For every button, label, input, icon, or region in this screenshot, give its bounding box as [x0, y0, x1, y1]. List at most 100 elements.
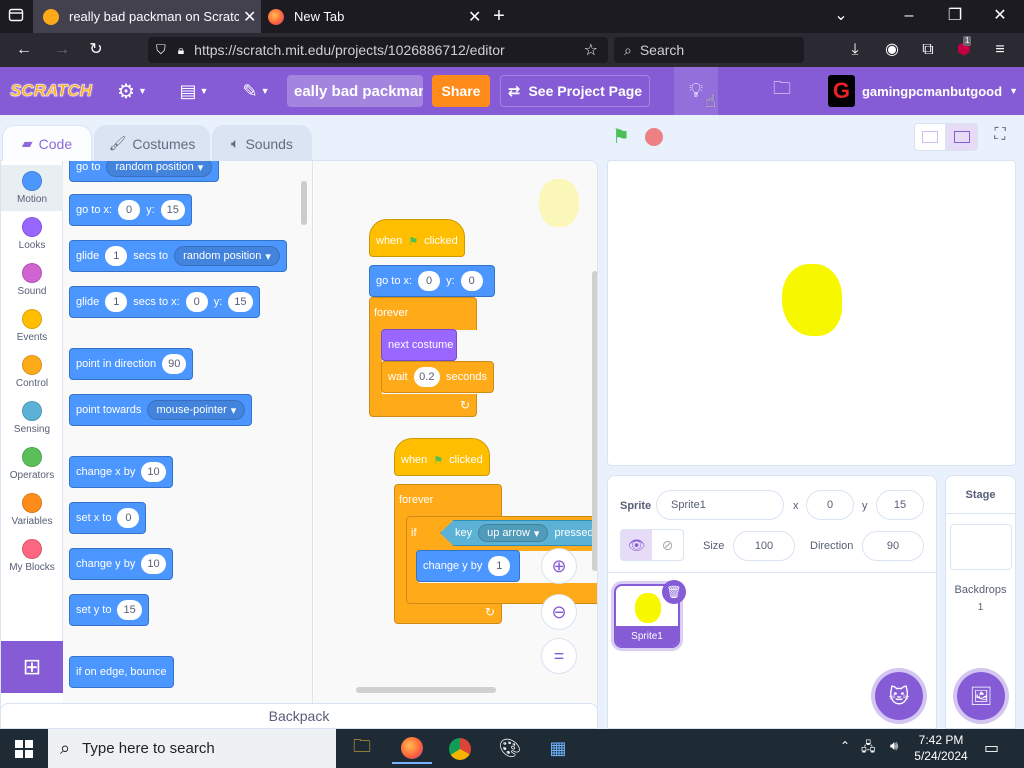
taskbar-search[interactable]: ⌕ Type here to search — [48, 729, 336, 768]
stage-canvas[interactable] — [607, 160, 1016, 466]
size-field[interactable]: 100 — [733, 531, 795, 561]
lock-icon[interactable]: 🔒︎ — [178, 43, 184, 58]
category-sound[interactable]: Sound — [1, 257, 63, 303]
firefox-taskbar-icon[interactable] — [392, 733, 432, 764]
notifications-icon[interactable]: ▭ — [984, 738, 999, 758]
next-costume-block[interactable]: next costume — [381, 329, 457, 361]
edit-menu[interactable]: ✎ ▼ — [232, 67, 280, 115]
browser-search-box[interactable]: ⌕ Search — [614, 37, 804, 63]
direction-field[interactable]: 90 — [862, 531, 924, 561]
large-stage-button[interactable] — [946, 123, 978, 151]
workspace-h-scrollbar[interactable] — [356, 687, 496, 693]
windows-start-icon[interactable] — [4, 733, 44, 764]
app-taskbar-icon[interactable]: ▦ — [538, 733, 578, 764]
fullscreen-icon[interactable]: ⛶ — [990, 126, 1010, 146]
tab-overview-icon[interactable] — [6, 7, 26, 27]
palette-goto-random[interactable]: go to random position ▾ — [69, 161, 220, 182]
category-variables[interactable]: Variables — [1, 487, 63, 533]
wait-block[interactable]: wait 0.2 seconds — [381, 361, 494, 393]
show-toggle[interactable]: 👁︎ ⊘ — [620, 529, 684, 561]
paint-taskbar-icon[interactable]: 🎨︎ — [490, 733, 530, 764]
palette-glide-random[interactable]: glide 1 secs to random position ▾ — [69, 240, 287, 272]
stage-thumbnail[interactable] — [949, 524, 1012, 570]
number-input[interactable]: 0 — [460, 271, 483, 291]
category-motion[interactable]: Motion — [1, 165, 63, 211]
url-bar[interactable]: ⛉ 🔒︎ https://scratch.mit.edu/projects/10… — [148, 37, 608, 63]
clock[interactable]: 7:42 PM 5/24/2024 — [905, 732, 977, 764]
browser-tab-newtab[interactable]: New Tab ✕ — [262, 0, 484, 33]
account-menu[interactable]: G gamingpcmanbutgood ▼ — [828, 67, 1018, 115]
palette-point-direction[interactable]: point in direction 90 — [69, 348, 194, 380]
category-my-blocks[interactable]: My Blocks — [1, 533, 63, 579]
new-tab-icon[interactable]: + — [489, 6, 509, 26]
close-tab-icon[interactable]: ✕ — [243, 7, 256, 27]
show-hidden-icons[interactable]: ⌃ — [840, 739, 850, 753]
browser-tab-scratch[interactable]: really bad packman on Scratch ✕ — [33, 0, 261, 33]
file-explorer-icon[interactable]: 🗀 — [342, 733, 382, 764]
delete-sprite-button[interactable]: 🗑︎ — [662, 580, 686, 604]
green-flag-button[interactable]: ⚑ — [612, 127, 632, 147]
addon-icon[interactable]: ⬢ 1 — [954, 36, 974, 60]
minimize-icon[interactable]: – — [899, 6, 919, 26]
zoom-reset-button[interactable]: = — [541, 638, 577, 674]
number-input[interactable]: 0 — [117, 508, 140, 528]
number-input[interactable]: 0.2 — [413, 367, 441, 387]
account-icon[interactable]: ◉ — [882, 40, 902, 60]
dropdown[interactable]: mouse-pointer ▾ — [147, 400, 246, 420]
reload-icon[interactable]: ↻ — [86, 40, 106, 60]
dropdown[interactable]: random position ▾ — [174, 246, 280, 266]
number-input[interactable]: 15 — [160, 200, 185, 220]
tab-sounds[interactable]: 🔈︎ Sounds — [212, 125, 312, 161]
palette-bounce[interactable]: if on edge, bounce — [69, 656, 174, 688]
scratch-logo[interactable]: SCRATCH — [10, 67, 92, 115]
x-field[interactable]: 0 — [806, 490, 854, 520]
number-input[interactable]: 0 — [185, 292, 208, 312]
choose-sprite-button[interactable]: 🐱︎ — [875, 672, 923, 720]
forward-icon[interactable]: → — [52, 40, 72, 60]
small-stage-button[interactable] — [914, 123, 946, 151]
number-input[interactable]: 0 — [118, 200, 141, 220]
close-tab-icon[interactable]: ✕ — [468, 7, 481, 27]
when-flag-clicked-block[interactable]: when ⚑ clicked — [394, 438, 490, 476]
y-field[interactable]: 15 — [876, 490, 924, 520]
category-control[interactable]: Control — [1, 349, 63, 395]
dropdown[interactable]: up arrow ▾ — [478, 524, 549, 542]
when-flag-clicked-block[interactable]: when ⚑ clicked — [369, 219, 465, 257]
number-input[interactable]: 10 — [141, 462, 166, 482]
chrome-taskbar-icon[interactable] — [440, 733, 480, 764]
eye-hidden-icon[interactable]: ⊘ — [652, 530, 683, 560]
settings-menu[interactable]: ⚙ ▼ — [108, 67, 156, 115]
number-input[interactable]: 15 — [228, 292, 253, 312]
goto-xy-block[interactable]: go to x: 0 y: 0 — [369, 265, 495, 297]
category-events[interactable]: Events — [1, 303, 63, 349]
see-project-page-button[interactable]: ⇄ See Project Page — [500, 75, 650, 107]
palette-scrollbar[interactable] — [301, 181, 307, 225]
add-extension-button[interactable]: ⊞ — [1, 641, 63, 693]
close-window-icon[interactable]: ✕ — [990, 6, 1010, 26]
tab-code[interactable]: ▰ Code — [2, 125, 92, 161]
category-operators[interactable]: Operators — [1, 441, 63, 487]
bookmark-star-icon[interactable]: ☆ — [584, 40, 598, 60]
project-title-input[interactable]: eally bad packman — [287, 75, 423, 107]
choose-backdrop-button[interactable]: 🖼︎ — [957, 672, 1005, 720]
back-icon[interactable]: ← — [14, 40, 34, 60]
number-input[interactable]: 90 — [162, 354, 187, 374]
palette-change-x[interactable]: change x by 10 — [69, 456, 173, 488]
palette-point-towards[interactable]: point towards mouse-pointer ▾ — [69, 394, 253, 426]
number-input[interactable]: 10 — [141, 554, 166, 574]
dropdown[interactable]: random position ▾ — [106, 161, 213, 177]
palette-change-y[interactable]: change y by 10 — [69, 548, 173, 580]
change-y-block[interactable]: change y by 1 — [416, 550, 520, 582]
share-button[interactable]: Share — [432, 75, 490, 107]
number-input[interactable]: 1 — [105, 246, 128, 266]
shield-icon[interactable]: ⛉ — [156, 42, 166, 58]
extensions-icon[interactable]: ⧉ — [918, 40, 938, 60]
backpack[interactable]: Backpack — [0, 703, 598, 729]
restore-icon[interactable]: ❐ — [945, 6, 965, 26]
stop-button[interactable] — [645, 128, 663, 146]
palette-set-y[interactable]: set y to 15 — [69, 594, 149, 626]
sprite-yellow-circle[interactable] — [782, 264, 842, 336]
volume-icon[interactable]: 🔊︎ — [890, 738, 898, 754]
palette-glide-xy[interactable]: glide 1 secs to x: 0 y: 15 — [69, 286, 260, 318]
category-looks[interactable]: Looks — [1, 211, 63, 257]
